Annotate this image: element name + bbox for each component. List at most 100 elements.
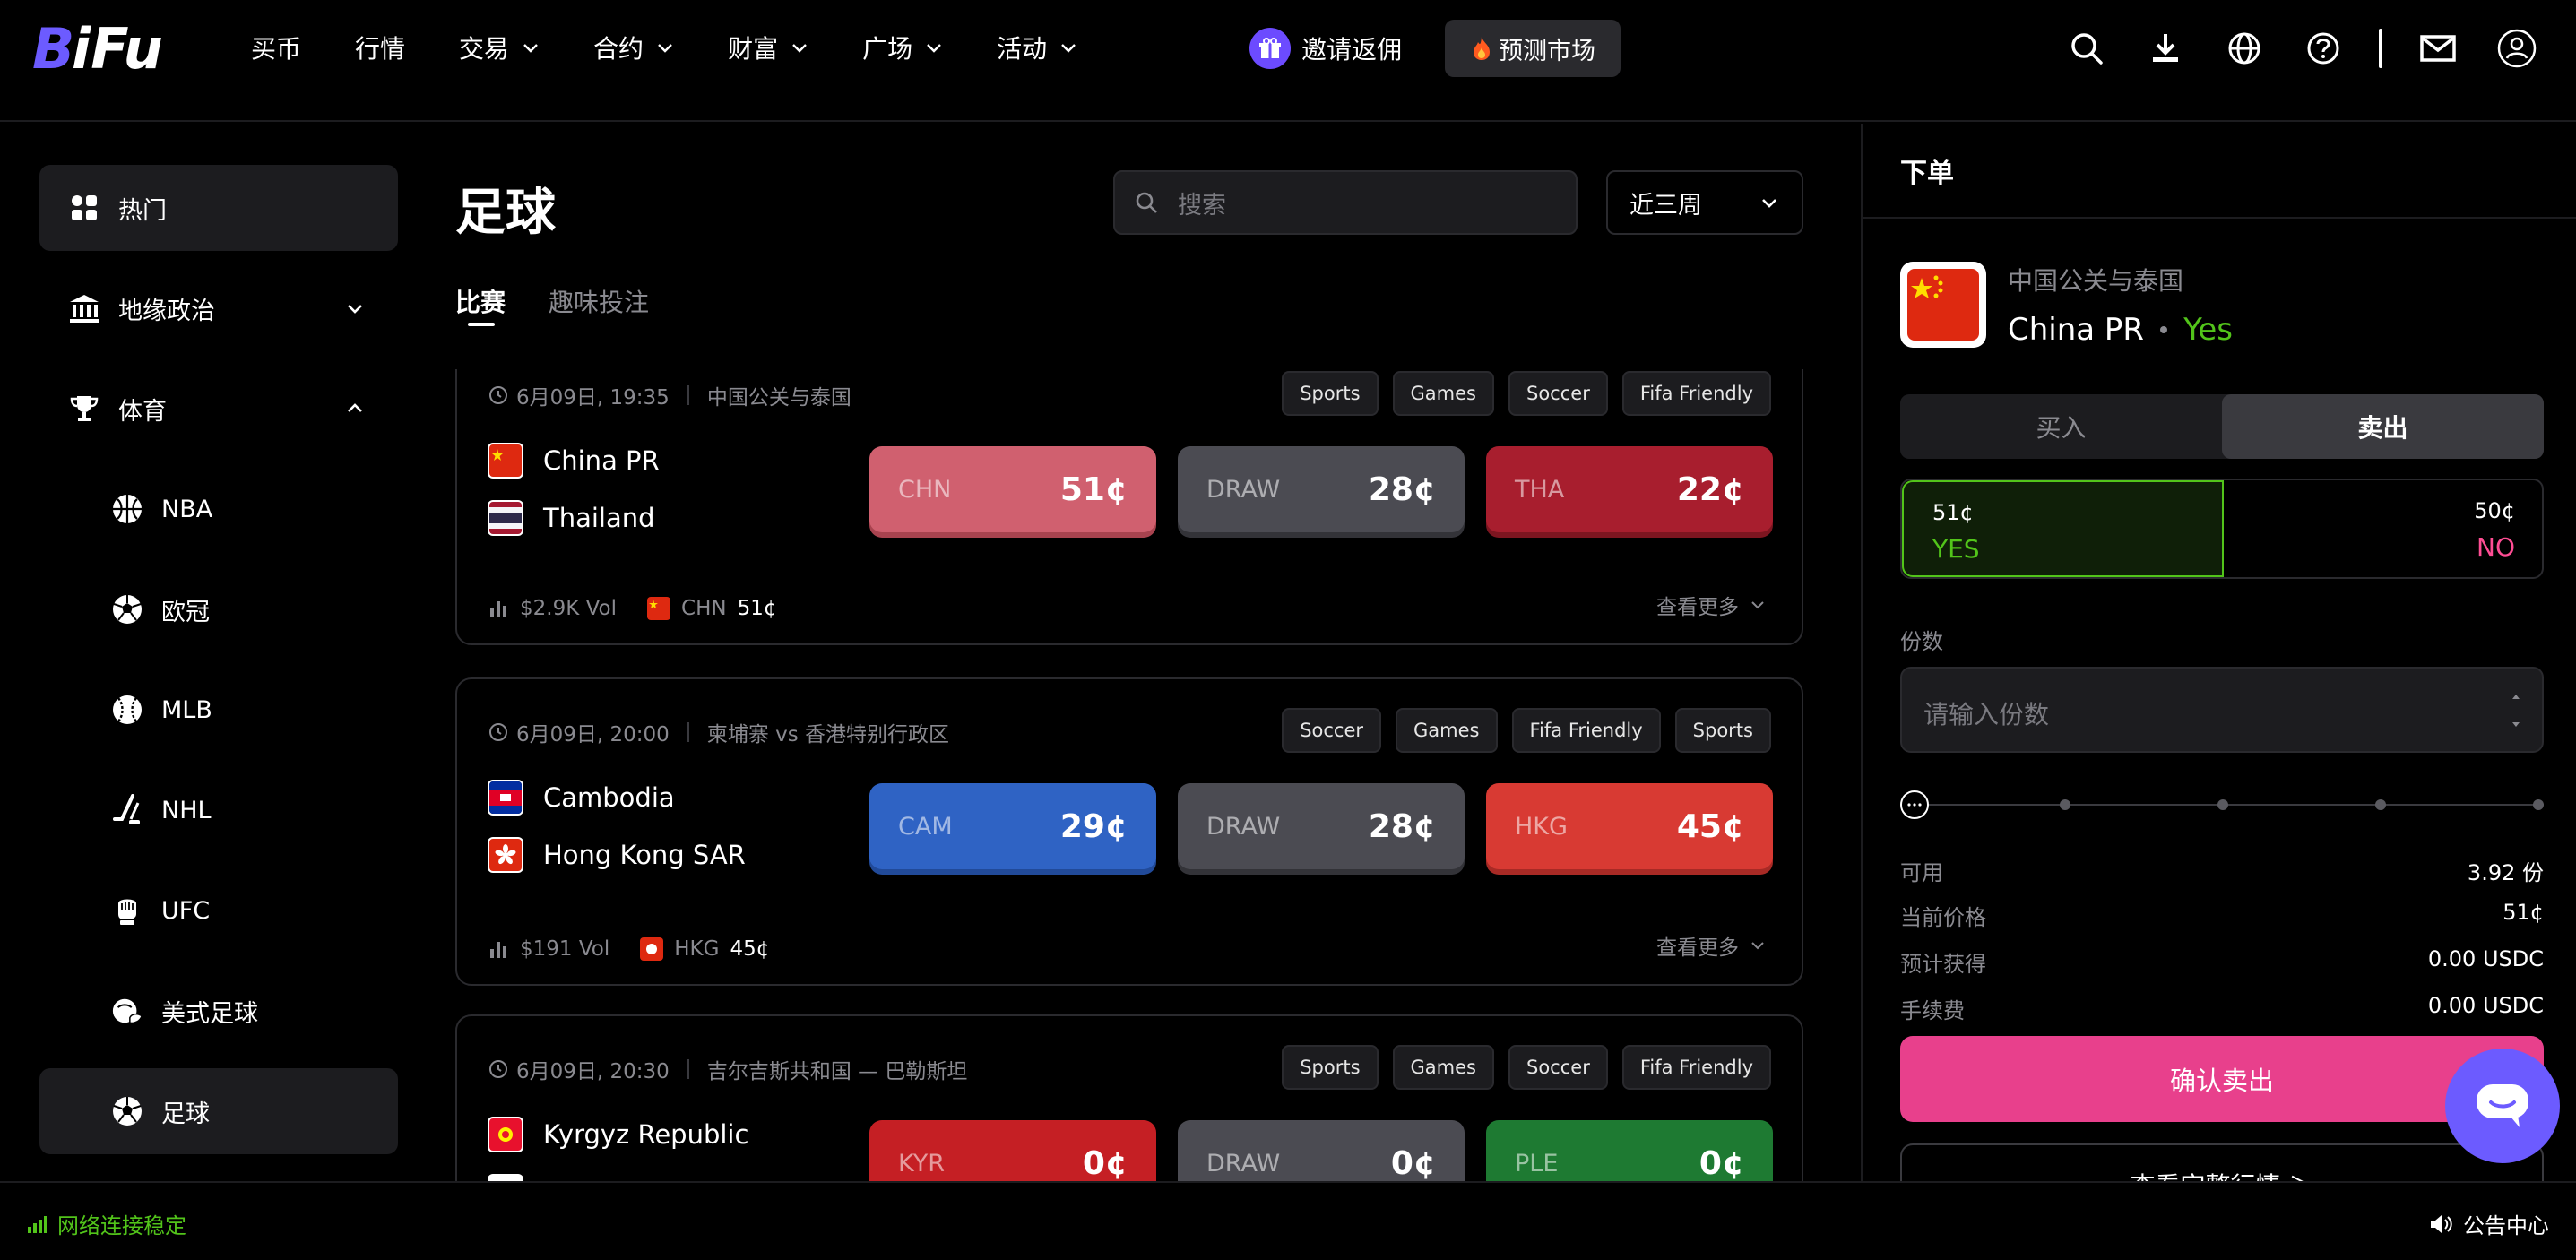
stepper-icon[interactable] (2510, 690, 2522, 731)
odds-label: HKG (1515, 812, 1568, 841)
order-panel: 下单 中国公关与泰国 China PR Yes 买入 卖出 51¢ YES 50… (1861, 124, 2576, 1197)
sidebar-item-nhl[interactable]: NHL (39, 767, 398, 853)
search-input[interactable]: 搜索 (1113, 170, 1578, 235)
hong-kong-flag (640, 937, 664, 961)
nav-market[interactable]: 行情 (355, 30, 405, 65)
sidebar-item-nba[interactable]: NBA (39, 466, 398, 552)
meta-divider (687, 1059, 689, 1079)
sidebar-item-hot[interactable]: 热门 (39, 165, 398, 251)
nav-buy-crypto[interactable]: 买币 (251, 30, 301, 65)
event-list[interactable]: 6月09日, 19:35 中国公关与泰国 Sports Games Soccer… (455, 369, 1803, 1181)
quantity-slider[interactable] (1900, 790, 2544, 819)
invite-rebate-button[interactable]: 邀请返佣 (1249, 20, 1402, 77)
sidebar-item-ufc[interactable]: UFC (39, 867, 398, 954)
tab-active-indicator (468, 323, 495, 326)
slider-handle[interactable] (1900, 790, 1929, 819)
time-range-select[interactable]: 近三周 (1606, 170, 1803, 235)
tag[interactable]: Fifa Friendly (1621, 1045, 1771, 1090)
no-option[interactable]: 50¢ NO (2224, 480, 2544, 577)
globe-icon[interactable] (2221, 25, 2268, 72)
info-value: 0.00 USDC (2427, 946, 2544, 971)
download-icon[interactable] (2142, 25, 2189, 72)
odds-button-away[interactable]: HKG 45¢ (1486, 783, 1773, 869)
chevron-down-icon (523, 44, 538, 53)
odds-button-draw[interactable]: DRAW 28¢ (1178, 446, 1465, 532)
odds-price: 28¢ (1368, 470, 1436, 508)
odds-button-home[interactable]: CAM 29¢ (869, 783, 1156, 869)
tag[interactable]: Soccer (1508, 1045, 1608, 1090)
sidebar-item-label: UFC (161, 896, 211, 925)
view-more-link[interactable]: 查看更多 (1656, 930, 1766, 961)
search-icon[interactable] (2063, 25, 2110, 72)
chat-support-button[interactable] (2445, 1049, 2560, 1163)
odds-button-home[interactable]: KYR 0¢ (869, 1120, 1156, 1181)
tag[interactable]: Soccer (1508, 371, 1608, 416)
cambodia-flag (488, 780, 523, 816)
outcome-selector: 51¢ YES 50¢ NO (1900, 479, 2544, 579)
sidebar-item-mlb[interactable]: MLB (39, 667, 398, 753)
info-key: 可用 (1900, 860, 1943, 885)
mail-icon[interactable] (2415, 25, 2461, 72)
user-icon[interactable] (2494, 25, 2540, 72)
tag[interactable]: Sports (1674, 708, 1771, 753)
tag[interactable]: Sports (1282, 371, 1379, 416)
quantity-label: 份数 (1900, 629, 1943, 654)
odds-price: 22¢ (1676, 470, 1744, 508)
order-panel-title: 下单 (1900, 158, 1954, 189)
event-time: 6月09日, 19:35 (516, 386, 670, 410)
tab-fun-bets[interactable]: 趣味投注 (549, 283, 649, 319)
prediction-market-button[interactable]: 预测市场 (1445, 20, 1621, 77)
view-more-link[interactable]: 查看更多 (1656, 590, 1766, 620)
tag[interactable]: Soccer (1282, 708, 1382, 753)
sidebar-item-label: 美式足球 (161, 999, 258, 1028)
team-row (488, 1174, 523, 1181)
odds-button-draw[interactable]: DRAW 0¢ (1178, 1120, 1465, 1181)
odds-price: 29¢ (1059, 807, 1128, 845)
sidebar-item-american-football[interactable]: 美式足球 (39, 968, 398, 1054)
nav-futures[interactable]: 合约 (593, 30, 674, 65)
sidebar-item-geopolitics[interactable]: 地缘政治 (39, 265, 398, 351)
event-card[interactable]: 6月09日, 20:00 柬埔寨 vs 香港特别行政区 Soccer Games… (455, 677, 1803, 986)
nav-activity[interactable]: 活动 (997, 30, 1077, 65)
slider-tick[interactable] (2217, 799, 2228, 810)
announcement-center-link[interactable]: 公告中心 (2429, 1208, 2549, 1239)
lead-code: CHN (681, 597, 727, 620)
odds-price: 0¢ (1699, 1144, 1744, 1182)
view-more-label: 查看更多 (1656, 936, 1739, 960)
help-icon[interactable] (2300, 25, 2347, 72)
info-key: 当前价格 (1900, 905, 1986, 930)
network-status: 网络连接稳定 (27, 1208, 186, 1239)
odds-label: DRAW (1206, 1149, 1281, 1178)
nav-divider (2379, 29, 2382, 68)
event-card[interactable]: 6月09日, 20:30 吉尔吉斯共和国 — 巴勒斯坦 Sports Games… (455, 1014, 1803, 1181)
tag[interactable]: Games (1392, 1045, 1494, 1090)
odds-button-home[interactable]: CHN 51¢ (869, 446, 1156, 532)
quantity-input[interactable]: 请输入份数 (1900, 667, 2544, 753)
nav-trade[interactable]: 交易 (459, 30, 540, 65)
odds-button-away[interactable]: PLE 0¢ (1486, 1120, 1773, 1181)
slider-tick[interactable] (2060, 799, 2070, 810)
tag[interactable]: Sports (1282, 1045, 1379, 1090)
event-card[interactable]: 6月09日, 19:35 中国公关与泰国 Sports Games Soccer… (455, 369, 1803, 645)
tag[interactable]: Fifa Friendly (1621, 371, 1771, 416)
odds-button-away[interactable]: THA 22¢ (1486, 446, 1773, 532)
tag[interactable]: Games (1392, 371, 1494, 416)
sidebar-item-soccer[interactable]: 足球 (39, 1068, 398, 1154)
nav-wealth[interactable]: 财富 (728, 30, 808, 65)
tab-matches[interactable]: 比赛 (455, 283, 506, 319)
tag[interactable]: Fifa Friendly (1511, 708, 1661, 753)
tag[interactable]: Games (1396, 708, 1498, 753)
nav-square[interactable]: 广场 (862, 30, 943, 65)
yes-option[interactable]: 51¢ YES (1902, 480, 2224, 577)
yes-label: YES (1932, 534, 1980, 564)
sell-tab[interactable]: 卖出 (2222, 394, 2544, 459)
sidebar-item-ucl[interactable]: 欧冠 (39, 566, 398, 652)
info-key: 预计获得 (1900, 952, 1986, 977)
buy-tab[interactable]: 买入 (1900, 394, 2222, 459)
odds-label: PLE (1515, 1149, 1559, 1178)
sidebar-item-sports[interactable]: 体育 (39, 366, 398, 452)
slider-tick[interactable] (2375, 799, 2386, 810)
odds-button-draw[interactable]: DRAW 28¢ (1178, 783, 1465, 869)
slider-tick[interactable] (2533, 799, 2544, 810)
brand-logo[interactable]: B iFu (32, 20, 199, 77)
